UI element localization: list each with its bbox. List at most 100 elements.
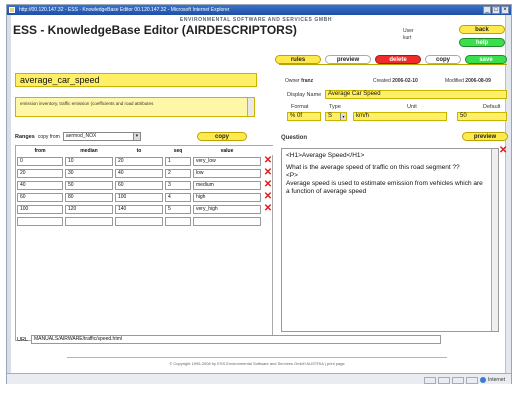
delete-row-icon[interactable]: ✕ bbox=[262, 155, 274, 167]
range-to-input[interactable]: 100 bbox=[115, 192, 163, 202]
question-preview-button[interactable]: preview bbox=[462, 132, 508, 141]
created-info: Created 2006-02-10 bbox=[373, 78, 418, 84]
vertical-scrollbar[interactable] bbox=[505, 15, 511, 373]
format-field[interactable]: % 0f bbox=[287, 112, 321, 121]
copy-from-select[interactable]: aermod_NOX ▾ bbox=[62, 132, 141, 141]
descriptor-description-field[interactable]: emission inventory, traffic emission (co… bbox=[15, 97, 255, 117]
rules-button[interactable]: rules bbox=[275, 55, 321, 64]
range-value-input[interactable]: medium bbox=[193, 180, 261, 190]
clear-question-icon[interactable]: ✕ bbox=[499, 146, 507, 156]
question-textarea[interactable]: <H1>Average Speed</H1> What is the avera… bbox=[281, 148, 499, 332]
back-button[interactable]: back bbox=[459, 25, 505, 34]
descriptor-name-field[interactable]: average_car_speed bbox=[15, 73, 257, 87]
default-label: Default bbox=[483, 104, 501, 110]
owner-info: Owner franz bbox=[285, 78, 313, 84]
description-scrollbar[interactable] bbox=[247, 98, 254, 116]
type-select[interactable]: S ▾ bbox=[325, 112, 347, 121]
table-row-new bbox=[16, 215, 274, 227]
range-value-input[interactable]: low bbox=[193, 168, 261, 178]
col-seq: seq bbox=[164, 146, 192, 155]
col-value: value bbox=[192, 146, 262, 155]
footer-divider bbox=[67, 357, 447, 358]
col-median: median bbox=[64, 146, 114, 155]
unit-field[interactable]: km/h bbox=[353, 112, 447, 121]
url-input[interactable]: MANUALS/AIRWARE/traffic/speed.html bbox=[31, 335, 442, 344]
url-row: URL MANUALS/AIRWARE/traffic/speed.html bbox=[17, 335, 442, 344]
owner-value: franz bbox=[301, 78, 314, 84]
globe-icon bbox=[480, 377, 487, 383]
preview-top-button[interactable]: preview bbox=[325, 55, 371, 64]
range-median-input[interactable]: 120 bbox=[65, 204, 113, 214]
help-button[interactable]: help bbox=[459, 38, 505, 47]
chevron-down-icon[interactable]: ▾ bbox=[340, 113, 346, 120]
range-from-input[interactable]: 40 bbox=[17, 180, 63, 190]
range-value-input[interactable] bbox=[193, 216, 261, 226]
range-from-input[interactable]: 20 bbox=[17, 168, 63, 178]
zone-label: Internet bbox=[488, 377, 505, 383]
left-border bbox=[7, 15, 11, 373]
display-name-label: Display Name bbox=[287, 92, 322, 98]
delete-row-icon[interactable]: ✕ bbox=[262, 167, 274, 179]
default-field[interactable]: 50 bbox=[457, 112, 507, 121]
range-median-input[interactable]: 30 bbox=[65, 168, 113, 178]
question-label: Question bbox=[281, 135, 308, 141]
range-from-input[interactable]: 100 bbox=[17, 204, 63, 214]
range-median-input[interactable]: 50 bbox=[65, 180, 113, 190]
range-to-input[interactable]: 40 bbox=[115, 168, 163, 178]
col-to: to bbox=[114, 146, 164, 155]
toolbar-divider bbox=[279, 64, 507, 65]
range-value-input[interactable]: high bbox=[193, 192, 261, 202]
range-value-input[interactable]: very_low bbox=[193, 156, 261, 166]
save-button[interactable]: save bbox=[465, 55, 507, 64]
ranges-header: Ranges copy from aermod_NOX ▾ bbox=[15, 132, 141, 141]
delete-row-icon[interactable]: ✕ bbox=[262, 191, 274, 203]
range-seq-input[interactable]: 4 bbox=[165, 192, 191, 202]
ranges-panel: from median to seq value 0 10 20 1 very_… bbox=[15, 145, 274, 341]
copy-top-button[interactable]: copy bbox=[425, 55, 461, 64]
range-median-input[interactable]: 80 bbox=[65, 192, 113, 202]
table-row: 20 30 40 2 low ✕ bbox=[16, 167, 274, 179]
delete-row-icon[interactable]: ✕ bbox=[262, 203, 274, 215]
range-seq-input[interactable]: 2 bbox=[165, 168, 191, 178]
created-label: Created bbox=[373, 78, 391, 84]
modified-info: Modified 2006-08-09 bbox=[445, 78, 491, 84]
range-median-input[interactable]: 10 bbox=[65, 156, 113, 166]
user-info: User kurt bbox=[403, 28, 414, 42]
maximize-icon[interactable]: □ bbox=[492, 6, 500, 14]
col-from: from bbox=[16, 146, 64, 155]
range-to-input[interactable]: 20 bbox=[115, 156, 163, 166]
brand-line: ENVIRONMENTAL SOFTWARE AND SERVICES GMBH bbox=[179, 17, 333, 23]
range-seq-input[interactable]: 5 bbox=[165, 204, 191, 214]
range-from-input[interactable] bbox=[17, 216, 63, 226]
range-from-input[interactable]: 60 bbox=[17, 192, 63, 202]
table-row: 40 50 60 3 medium ✕ bbox=[16, 179, 274, 191]
close-window-icon[interactable]: × bbox=[501, 6, 509, 14]
range-to-input[interactable] bbox=[115, 216, 163, 226]
status-zones: Internet bbox=[424, 375, 505, 385]
browser-titlebar: http://00.120.147.32 - ESS - KnowledgeBa… bbox=[7, 5, 511, 15]
type-value: S bbox=[328, 113, 333, 119]
question-line: <H1>Average Speed</H1> bbox=[286, 152, 365, 159]
table-row: 0 10 20 1 very_low ✕ bbox=[16, 155, 274, 167]
copy-from-value: aermod_NOX bbox=[65, 133, 97, 139]
delete-row-icon[interactable]: ✕ bbox=[262, 179, 274, 191]
minimize-icon[interactable]: _ bbox=[483, 6, 491, 14]
ranges-copy-button[interactable]: copy bbox=[197, 132, 247, 141]
type-label: Type bbox=[329, 104, 341, 110]
modified-value: 2006-08-09 bbox=[465, 78, 491, 84]
question-line: What is the average speed of traffic on … bbox=[286, 164, 460, 171]
display-name-field[interactable]: Average Car Speed bbox=[325, 90, 507, 99]
delete-button[interactable]: delete bbox=[375, 55, 421, 64]
range-to-input[interactable]: 60 bbox=[115, 180, 163, 190]
range-value-input[interactable]: very_high bbox=[193, 204, 261, 214]
copy-from-label: copy from bbox=[37, 133, 60, 140]
range-median-input[interactable] bbox=[65, 216, 113, 226]
chevron-down-icon[interactable]: ▾ bbox=[132, 133, 140, 140]
range-to-input[interactable]: 140 bbox=[115, 204, 163, 214]
range-seq-input[interactable]: 1 bbox=[165, 156, 191, 166]
range-from-input[interactable]: 0 bbox=[17, 156, 63, 166]
question-scrollbar[interactable] bbox=[491, 149, 498, 331]
question-line: Average speed is used to estimate emissi… bbox=[286, 180, 483, 195]
range-seq-input[interactable] bbox=[165, 216, 191, 226]
range-seq-input[interactable]: 3 bbox=[165, 180, 191, 190]
